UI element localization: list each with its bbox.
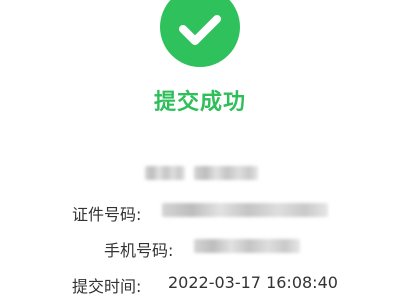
submit-time-label: 提交时间: xyxy=(72,277,142,296)
submit-time-value: 2022-03-17 16:08:40 xyxy=(168,273,338,292)
success-check-icon xyxy=(160,0,240,67)
success-title: 提交成功 xyxy=(153,90,246,115)
id-number-label: 证件号码: xyxy=(72,205,142,224)
phone-number-label: 手机号码: xyxy=(104,241,174,260)
masked-id-number xyxy=(162,203,328,217)
check-icon xyxy=(179,15,221,45)
submission-success-page: 提交成功 证件号码: 手机号码: 提交时间: 2022-03-17 16:08:… xyxy=(0,0,400,300)
masked-phone-number xyxy=(194,239,300,253)
masked-name-part xyxy=(194,166,258,180)
masked-name-part xyxy=(145,166,185,180)
